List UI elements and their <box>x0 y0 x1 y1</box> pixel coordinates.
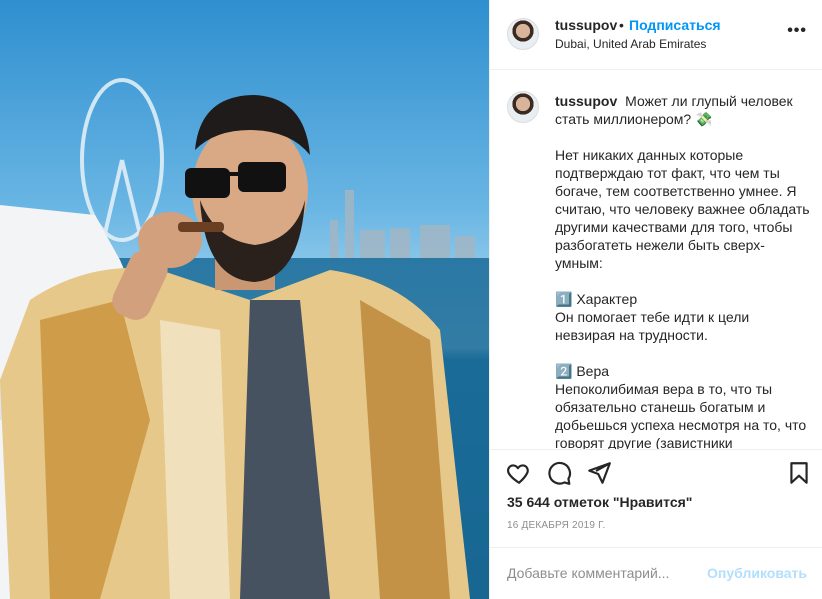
comment-input[interactable] <box>507 563 707 583</box>
caption-item-2-text: Непоколибимая вера в то, что ты обязател… <box>555 381 807 449</box>
comment-icon[interactable] <box>546 460 572 486</box>
caption-item-1-title: 1️⃣ Характер <box>555 291 638 307</box>
heart-icon[interactable] <box>506 460 532 486</box>
caption-author-avatar[interactable] <box>507 91 539 123</box>
bookmark-icon[interactable] <box>786 460 812 486</box>
post-date[interactable]: 16 ДЕКАБРЯ 2019 Г. <box>507 520 605 531</box>
city-skyline <box>330 190 475 260</box>
caption-username[interactable]: tussupov <box>555 93 617 109</box>
post-photo[interactable] <box>0 0 489 599</box>
comments-area[interactable]: tussupov Может ли глупый человек стать м… <box>490 71 822 449</box>
author-username[interactable]: tussupov <box>555 17 617 33</box>
post-photo-illustration <box>0 78 489 599</box>
share-icon[interactable] <box>586 460 612 486</box>
author-avatar[interactable] <box>507 18 539 50</box>
post-header: tussupov • Подписаться Dubai, United Ara… <box>490 0 822 70</box>
follow-button[interactable]: Подписаться <box>629 17 721 33</box>
post-caption: tussupov Может ли глупый человек стать м… <box>555 92 810 449</box>
post-details-panel: tussupov • Подписаться Dubai, United Ara… <box>489 0 822 599</box>
more-options-icon[interactable]: ••• <box>787 22 807 40</box>
publish-button[interactable]: Опубликовать <box>707 565 807 581</box>
caption-item-1-text: Он помогает тебе идти к цели невзирая на… <box>555 309 750 343</box>
person <box>0 95 470 599</box>
separator-dot: • <box>619 17 624 33</box>
caption-item-2-title: 2️⃣ Вера <box>555 363 610 379</box>
caption-paragraph: Нет никаких данных которые подтверждаю т… <box>555 147 810 271</box>
likes-count[interactable]: 35 644 отметок "Нравится" <box>507 494 692 510</box>
add-comment-bar: Опубликовать <box>490 547 822 599</box>
post-location[interactable]: Dubai, United Arab Emirates <box>555 37 706 51</box>
